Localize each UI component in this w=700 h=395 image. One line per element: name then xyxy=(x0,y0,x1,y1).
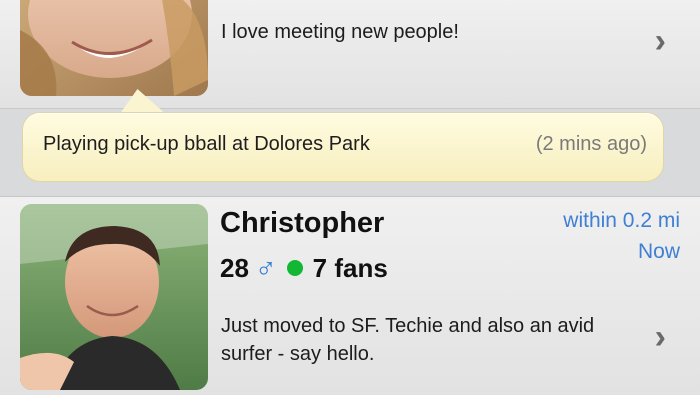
profile-age: 28 xyxy=(220,252,249,283)
chevron-right-icon[interactable]: › xyxy=(655,320,666,354)
status-bubble[interactable]: Playing pick-up bball at Dolores Park (2… xyxy=(22,112,664,182)
profile-row-top[interactable]: I love meeting new people! › xyxy=(0,0,700,109)
profile-name: Christopher xyxy=(220,207,385,239)
profile-photo-woman[interactable] xyxy=(20,0,208,96)
online-status-icon xyxy=(286,260,303,276)
status-time: (2 mins ago) xyxy=(535,133,647,155)
woman-portrait-image xyxy=(20,0,208,96)
fan-count: 7 fans xyxy=(312,252,388,283)
man-portrait-image xyxy=(20,204,208,390)
profile-meta: 28 ♂ 7 fans xyxy=(220,250,388,286)
profile-photo-christopher[interactable] xyxy=(20,204,208,390)
status-bubble-tail xyxy=(115,89,165,113)
status-text: Playing pick-up bball at Dolores Park xyxy=(43,133,370,155)
last-active-label: Now xyxy=(637,240,680,263)
bio-text: I love meeting new people! xyxy=(221,21,459,43)
bio-text: Just moved to SF. Techie and also an avi… xyxy=(221,315,595,365)
chevron-right-icon[interactable]: › xyxy=(655,24,666,58)
distance-label: within 0.2 mi xyxy=(563,209,680,232)
male-symbol-icon: ♂ xyxy=(254,251,277,284)
